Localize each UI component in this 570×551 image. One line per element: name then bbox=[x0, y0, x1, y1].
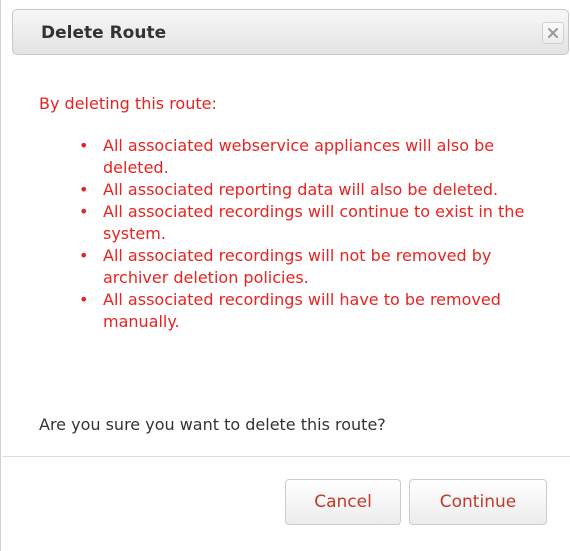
close-icon bbox=[548, 28, 558, 38]
dialog-title: Delete Route bbox=[41, 23, 167, 43]
warning-intro: By deleting this route: bbox=[39, 94, 217, 113]
close-button[interactable] bbox=[542, 22, 564, 44]
footer-divider bbox=[2, 456, 570, 457]
continue-button[interactable]: Continue bbox=[409, 479, 547, 525]
warning-item: All associated reporting data will also … bbox=[79, 179, 549, 201]
dialog-titlebar: Delete Route bbox=[12, 9, 569, 55]
confirm-question: Are you sure you want to delete this rou… bbox=[39, 415, 386, 434]
warning-item: All associated recordings will not be re… bbox=[79, 245, 549, 289]
cancel-button[interactable]: Cancel bbox=[285, 479, 401, 525]
warning-item: All associated recordings will have to b… bbox=[79, 289, 549, 333]
warning-item: All associated webservice appliances wil… bbox=[79, 135, 549, 179]
warning-list: All associated webservice appliances wil… bbox=[79, 135, 549, 333]
delete-route-dialog: Delete Route By deleting this route: All… bbox=[0, 0, 570, 551]
warning-item: All associated recordings will continue … bbox=[79, 201, 549, 245]
